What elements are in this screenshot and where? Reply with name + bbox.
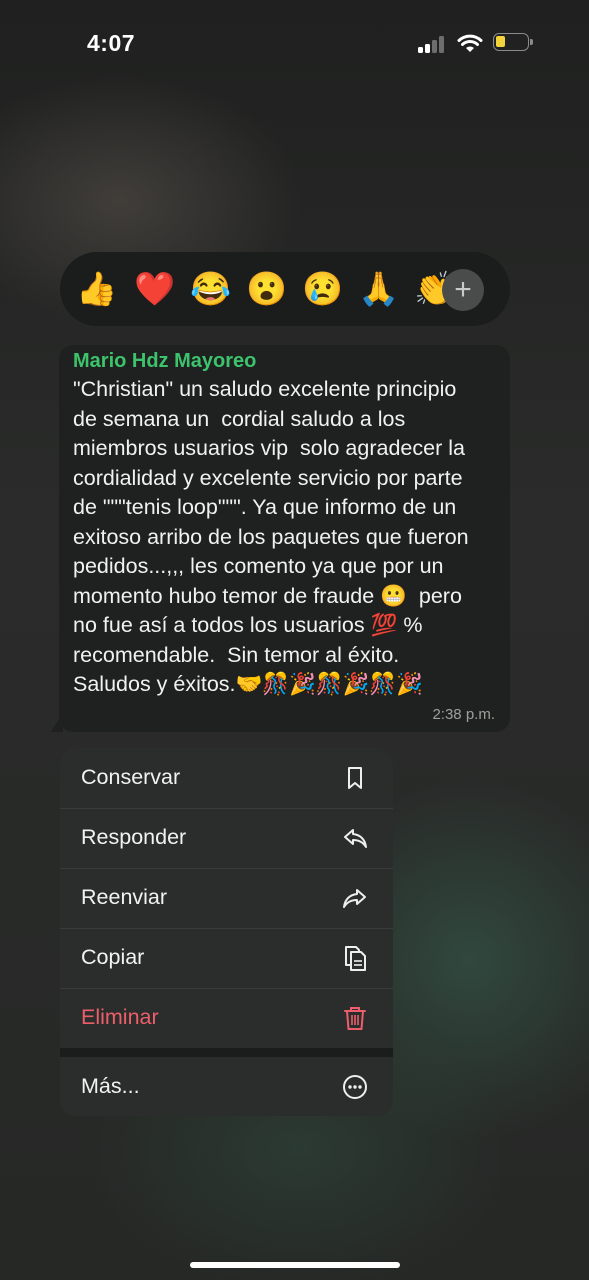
menu-item-conservar[interactable]: Conservar bbox=[60, 748, 393, 808]
plus-icon: + bbox=[454, 273, 472, 306]
cellular-signal-icon bbox=[418, 35, 448, 53]
reaction-thumbs-up[interactable]: 👍 bbox=[76, 270, 117, 308]
status-time: 4:07 bbox=[87, 30, 136, 56]
reply-icon bbox=[344, 829, 367, 848]
reaction-laughing[interactable]: 😂 bbox=[190, 270, 231, 308]
context-menu: Conservar Responder Reenviar Copiar Elim… bbox=[60, 748, 393, 1116]
reaction-heart[interactable]: ❤️ bbox=[134, 270, 175, 308]
menu-item-reenviar[interactable]: Reenviar bbox=[60, 868, 393, 928]
message-sender: Mario Hdz Mayoreo bbox=[73, 350, 257, 372]
forward-icon bbox=[343, 889, 366, 908]
message-time: 2:38 p.m. bbox=[432, 706, 495, 723]
copy-icon bbox=[345, 946, 366, 971]
menu-label: Eliminar bbox=[81, 1005, 159, 1029]
menu-label: Conservar bbox=[81, 765, 181, 789]
wifi-icon bbox=[457, 34, 483, 52]
reaction-crying[interactable]: 😢 bbox=[302, 270, 343, 308]
menu-label: Más... bbox=[81, 1074, 140, 1098]
trash-icon bbox=[344, 1007, 366, 1030]
add-reaction-button[interactable]: + bbox=[442, 269, 484, 311]
status-bar: 4:07 bbox=[0, 0, 589, 86]
battery-icon bbox=[493, 33, 533, 51]
bookmark-icon bbox=[348, 767, 362, 789]
message-bubble-tail bbox=[51, 712, 63, 732]
more-icon bbox=[343, 1075, 367, 1099]
message-bubble[interactable]: Mario Hdz Mayoreo "Christian" un saludo … bbox=[59, 345, 510, 732]
reaction-pray[interactable]: 🙏 bbox=[358, 270, 399, 308]
menu-label: Copiar bbox=[81, 945, 145, 969]
menu-item-eliminar[interactable]: Eliminar bbox=[60, 988, 393, 1048]
menu-label: Responder bbox=[81, 825, 187, 849]
menu-item-mas[interactable]: Más... bbox=[60, 1057, 393, 1116]
menu-label: Reenviar bbox=[81, 885, 168, 909]
reaction-surprised[interactable]: 😮 bbox=[246, 270, 287, 308]
menu-item-copiar[interactable]: Copiar bbox=[60, 928, 393, 988]
message-text: "Christian" un saludo excelente principi… bbox=[73, 377, 469, 696]
home-indicator[interactable] bbox=[190, 1262, 400, 1268]
reaction-bar: 👍 ❤️ 😂 😮 😢 🙏 👏 + bbox=[60, 252, 510, 326]
menu-item-responder[interactable]: Responder bbox=[60, 808, 393, 868]
